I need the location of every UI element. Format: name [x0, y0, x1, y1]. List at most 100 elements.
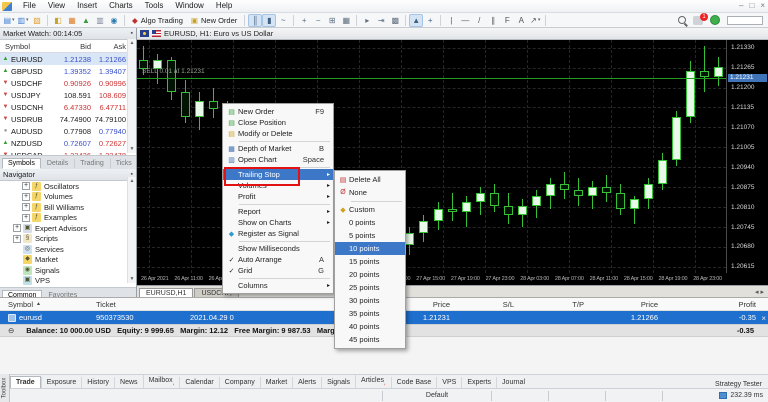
- profiles-icon[interactable]: ▥▾: [16, 14, 30, 27]
- tab-calendar[interactable]: Calendar: [179, 377, 218, 388]
- context-menu-item-new-order[interactable]: ▤New OrderF9: [223, 106, 333, 117]
- market-watch-tab-trading[interactable]: Trading: [74, 158, 109, 169]
- context-menu-item-open-chart[interactable]: ▥Open ChartSpace: [223, 154, 333, 165]
- market-watch-tab-symbols[interactable]: Symbols: [2, 158, 41, 169]
- navigator-item-oscillators[interactable]: +ƒOscillators: [0, 181, 136, 192]
- navigator-item-scripts[interactable]: +§Scripts: [0, 234, 136, 245]
- grid-windows-icon[interactable]: ▩: [388, 14, 402, 27]
- tab-articles[interactable]: Articles,: [355, 375, 391, 388]
- cursor-tool-icon[interactable]: ▲: [409, 14, 423, 27]
- price-axis[interactable]: 1.213301.212651.212001.211351.210701.210…: [726, 40, 768, 273]
- tab-vps[interactable]: VPS: [436, 377, 461, 388]
- market-watch-row-eurusd[interactable]: ▲EURUSD1.212381.21266: [0, 53, 136, 65]
- market-watch-row-usdchf[interactable]: ▼USDCHF0.909260.90996: [0, 77, 136, 89]
- market-watch-close-icon[interactable]: ▪: [131, 30, 133, 37]
- submenu-item-15-points[interactable]: 15 points: [335, 255, 405, 268]
- context-menu-item-close-position[interactable]: ▤Close Position: [223, 117, 333, 128]
- market-watch-toggle-icon[interactable]: ◧: [51, 14, 65, 27]
- market-watch-row-usdcad[interactable]: ▼USDCAD1.234261.23478: [0, 149, 136, 155]
- navigator-item-services[interactable]: ◎Services: [0, 244, 136, 255]
- column-bid[interactable]: Bid: [56, 42, 91, 51]
- chart-shift-icon[interactable]: ⇥: [374, 14, 388, 27]
- context-menu-item-show-milliseconds[interactable]: Show Milliseconds: [223, 243, 333, 254]
- notifications-icon[interactable]: 1: [693, 16, 703, 25]
- expand-icon[interactable]: +: [22, 214, 30, 222]
- context-menu-item-auto-arrange[interactable]: ✓Auto ArrangeA: [223, 254, 333, 265]
- context-menu-item-columns[interactable]: Columns▸: [223, 280, 333, 291]
- new-order-button[interactable]: ▣New Order: [187, 14, 241, 27]
- submenu-item-25-points[interactable]: 25 points: [335, 281, 405, 294]
- tab-market[interactable]: Market: [260, 377, 292, 388]
- trendline-tool-icon[interactable]: /: [472, 14, 486, 27]
- tab-signals[interactable]: Signals: [321, 377, 355, 388]
- column-price-current[interactable]: Price: [584, 300, 658, 309]
- expand-icon[interactable]: +: [22, 182, 30, 190]
- arrow-objects-icon[interactable]: ↗▾: [528, 14, 542, 27]
- submenu-item-0-points[interactable]: 0 points: [335, 216, 405, 229]
- zoom-in-icon[interactable]: +: [297, 14, 311, 27]
- tab-company[interactable]: Company: [219, 377, 260, 388]
- strategy-tester-toggle-icon[interactable]: ◉: [107, 14, 121, 27]
- expand-icon[interactable]: +: [22, 193, 30, 201]
- menu-insert[interactable]: Insert: [71, 0, 103, 12]
- submenu-item-custom[interactable]: ◆Custom: [335, 203, 405, 216]
- fibonacci-tool-icon[interactable]: F: [500, 14, 514, 27]
- column-sl[interactable]: S/L: [450, 300, 514, 309]
- channel-tool-icon[interactable]: ∥: [486, 14, 500, 27]
- tab-experts[interactable]: Experts: [461, 377, 496, 388]
- data-window-toggle-icon[interactable]: ▦: [65, 14, 79, 27]
- market-watch-row-audusd[interactable]: ●AUDUSD0.779080.77940: [0, 125, 136, 137]
- market-watch-row-nzdusd[interactable]: ▲NZDUSD0.726070.72627: [0, 137, 136, 149]
- market-watch-scrollbar[interactable]: ▲▼: [127, 39, 136, 153]
- context-menu-item-depth-of-market[interactable]: ▦Depth of MarketB: [223, 143, 333, 154]
- line-chart-mode-icon[interactable]: ~: [276, 14, 290, 27]
- auto-scroll-icon[interactable]: ▸: [360, 14, 374, 27]
- column-ask[interactable]: Ask: [91, 42, 126, 51]
- submenu-item-20-points[interactable]: 20 points: [335, 268, 405, 281]
- toolbox-side-tab[interactable]: Toolbox: [0, 374, 10, 402]
- context-menu-item-register-as-signal[interactable]: ◆Register as Signal: [223, 228, 333, 239]
- navigator-item-volumes[interactable]: +ƒVolumes: [0, 192, 136, 203]
- expand-icon[interactable]: +: [22, 203, 30, 211]
- navigator-tab-favorites[interactable]: Favorites: [42, 290, 83, 297]
- window-minimize-button[interactable]: –: [739, 0, 743, 12]
- horizontal-line-tool-icon[interactable]: —: [458, 14, 472, 27]
- expand-icon[interactable]: +: [13, 235, 21, 243]
- navigator-item-market[interactable]: ◆Market: [0, 255, 136, 266]
- history-data-icon[interactable]: ▧: [30, 14, 44, 27]
- column-symbol[interactable]: Symbol: [0, 42, 56, 51]
- market-watch-row-usdjpy[interactable]: ▼USDJPY108.591108.609: [0, 89, 136, 101]
- vertical-line-tool-icon[interactable]: |: [444, 14, 458, 27]
- menu-tools[interactable]: Tools: [139, 0, 170, 12]
- submenu-item-none[interactable]: ØNone: [335, 186, 405, 199]
- context-menu-item-volumes[interactable]: Volumes▸: [223, 180, 333, 191]
- submenu-item-30-points[interactable]: 30 points: [335, 294, 405, 307]
- submenu-item-45-points[interactable]: 45 points: [335, 333, 405, 346]
- tab-alerts[interactable]: Alerts: [292, 377, 321, 388]
- tab-journal[interactable]: Journal: [496, 377, 530, 388]
- expand-icon[interactable]: +: [13, 224, 21, 232]
- navigator-item-bill-williams[interactable]: +ƒBill Williams: [0, 202, 136, 213]
- submenu-item-40-points[interactable]: 40 points: [335, 320, 405, 333]
- context-menu-item-trailing-stop[interactable]: Trailing Stop▸: [223, 169, 333, 180]
- context-menu-item-grid[interactable]: ✓GridG: [223, 265, 333, 276]
- market-watch-row-usdcnh[interactable]: ▼USDCNH6.473306.47711: [0, 101, 136, 113]
- column-tp[interactable]: T/P: [514, 300, 584, 309]
- window-close-button[interactable]: ×: [760, 0, 765, 12]
- navigator-scrollbar[interactable]: ▲▼: [127, 177, 136, 283]
- market-watch-tab-details[interactable]: Details: [41, 158, 74, 169]
- chart-tab-arrows[interactable]: ◂ ▸: [755, 288, 764, 296]
- toolbox-toggle-icon[interactable]: ▥: [93, 14, 107, 27]
- window-restore-button[interactable]: □: [749, 0, 754, 12]
- tile-windows-icon[interactable]: ⊞: [325, 14, 339, 27]
- context-menu-item-show-on-charts[interactable]: Show on Charts▸: [223, 217, 333, 228]
- navigator-item-vps[interactable]: ▣VPS: [0, 276, 136, 287]
- profile-segment[interactable]: Default: [383, 391, 492, 401]
- tab-exposure[interactable]: Exposure: [41, 377, 82, 388]
- market-watch-row-usdrub[interactable]: ▼USDRUB74.7490074.79100: [0, 113, 136, 125]
- context-menu-item-report[interactable]: Report▸: [223, 206, 333, 217]
- column-symbol[interactable]: Symbol▲: [0, 300, 96, 309]
- new-chart-icon[interactable]: ▤▾: [2, 14, 16, 27]
- menu-file[interactable]: File: [17, 0, 42, 12]
- submenu-item-5-points[interactable]: 5 points: [335, 229, 405, 242]
